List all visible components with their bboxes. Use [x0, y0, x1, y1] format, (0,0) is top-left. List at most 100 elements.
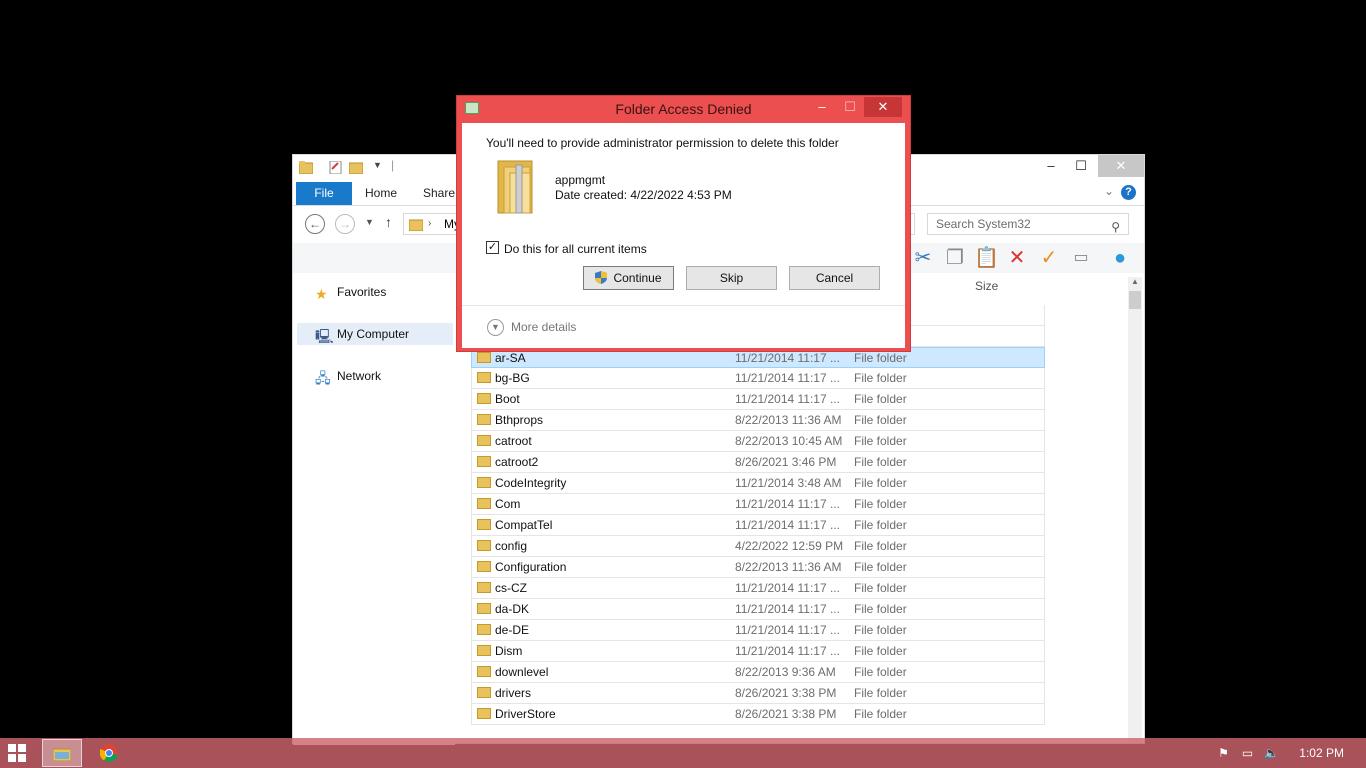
- file-name: Boot: [495, 392, 520, 406]
- continue-label: Continue: [613, 271, 662, 285]
- file-row[interactable]: Bthprops 8/22/2013 11:36 AM File folder: [471, 410, 1045, 431]
- file-name: drivers: [495, 686, 532, 700]
- folder-icon: [477, 414, 491, 425]
- file-row[interactable]: drivers 8/26/2021 3:38 PM File folder: [471, 683, 1045, 704]
- file-row[interactable]: de-DE 11/21/2014 11:17 ... File folder: [471, 620, 1045, 641]
- folder-icon: [477, 372, 491, 383]
- search-placeholder: Search System32: [936, 217, 1031, 231]
- folder-icon: [477, 666, 491, 677]
- file-row[interactable]: da-DK 11/21/2014 11:17 ... File folder: [471, 599, 1045, 620]
- chrome-icon[interactable]: [100, 744, 118, 762]
- file-row[interactable]: bg-BG 11/21/2014 11:17 ... File folder: [471, 368, 1045, 389]
- breadcrumb-chevron-icon[interactable]: ›: [428, 214, 431, 234]
- help-icon[interactable]: ?: [1121, 185, 1136, 200]
- maximize-button[interactable]: ☐: [836, 97, 864, 117]
- network-icon: 🖧: [315, 370, 331, 386]
- folder-icon: [477, 624, 491, 635]
- cut-icon[interactable]: ✂: [911, 246, 935, 270]
- file-type: File folder: [854, 351, 907, 365]
- chevron-down-icon[interactable]: ▼: [487, 319, 504, 336]
- volume-muted-icon[interactable]: 🔈: [1264, 746, 1279, 760]
- vertical-scrollbar[interactable]: ▲: [1128, 277, 1142, 743]
- file-row[interactable]: Configuration 8/22/2013 11:36 AM File fold…: [471, 557, 1045, 578]
- file-row[interactable]: cs-CZ 11/21/2014 11:17 ... File folder: [471, 578, 1045, 599]
- continue-button[interactable]: Continue: [583, 266, 674, 290]
- navigation-pane: ★ Favorites 🖳 My Computer 🖧 Network: [293, 275, 455, 745]
- file-date: 8/26/2021 3:38 PM: [735, 686, 837, 700]
- globe-icon[interactable]: ●: [1108, 246, 1132, 270]
- file-name: CompatTel: [495, 518, 553, 532]
- windows-start-icon[interactable]: [8, 744, 26, 762]
- file-row[interactable]: DriverStore 8/26/2021 3:38 PM File folder: [471, 704, 1045, 725]
- skip-button[interactable]: Skip: [686, 266, 777, 290]
- cancel-button[interactable]: Cancel: [789, 266, 880, 290]
- apply-to-all-label[interactable]: Do this for all current items: [504, 242, 647, 256]
- network-tray-icon[interactable]: ▭: [1240, 746, 1255, 760]
- customize-quick-access-icon[interactable]: ▼: [373, 160, 382, 170]
- file-type: File folder: [854, 581, 907, 595]
- close-button[interactable]: ✕: [864, 97, 902, 117]
- file-row[interactable]: catroot2 8/26/2021 3:46 PM File folder: [471, 452, 1045, 473]
- clock[interactable]: 1:02 PM: [1299, 746, 1344, 760]
- rename-icon[interactable]: ▭: [1069, 246, 1093, 270]
- file-name: Bthprops: [495, 413, 544, 427]
- dialog-body: You'll need to provide administrator per…: [462, 123, 905, 348]
- close-button[interactable]: ✕: [1098, 155, 1144, 177]
- uac-shield-icon: [595, 271, 608, 284]
- expand-ribbon-icon[interactable]: ⌄: [1104, 184, 1114, 198]
- search-icon[interactable]: ⚲: [1111, 217, 1120, 237]
- nav-item-my-computer[interactable]: 🖳 My Computer: [297, 323, 453, 345]
- folder-icon: [477, 561, 491, 572]
- file-name: downlevel: [495, 665, 549, 679]
- checkmark-icon[interactable]: ✓: [1037, 246, 1061, 270]
- scroll-thumb[interactable]: [1129, 291, 1141, 309]
- minimize-button[interactable]: –: [808, 97, 836, 117]
- maximize-button[interactable]: ☐: [1064, 155, 1098, 177]
- forward-button[interactable]: →: [335, 214, 355, 234]
- folder-icon: [477, 498, 491, 509]
- nav-item-network[interactable]: 🖧 Network: [297, 365, 453, 387]
- delete-icon[interactable]: ✕: [1005, 246, 1029, 270]
- file-name: da-DK: [495, 602, 530, 616]
- scroll-up-icon[interactable]: ▲: [1128, 277, 1142, 291]
- tab-home[interactable]: Home: [359, 182, 403, 205]
- file-row[interactable]: Dism 11/21/2014 11:17 ... File folder: [471, 641, 1045, 662]
- properties-icon[interactable]: [329, 161, 343, 174]
- folder-icon: [477, 435, 491, 446]
- folder-icon: [477, 519, 491, 530]
- folder-icon: [477, 687, 491, 698]
- file-row[interactable]: Boot 11/21/2014 11:17 ... File folder: [471, 389, 1045, 410]
- minimize-button[interactable]: –: [1034, 155, 1068, 177]
- recent-locations-icon[interactable]: ▼: [365, 217, 374, 227]
- tab-share[interactable]: Share: [419, 182, 459, 205]
- action-center-flag-icon[interactable]: ⚑: [1216, 746, 1231, 760]
- copy-icon[interactable]: ❐: [943, 246, 967, 270]
- new-folder-icon[interactable]: [349, 161, 363, 174]
- more-details-link[interactable]: More details: [511, 320, 576, 334]
- taskbar: ⚑ ▭ 🔈 1:02 PM: [0, 738, 1366, 768]
- file-row[interactable]: catroot 8/22/2013 10:45 AM File folder: [471, 431, 1045, 452]
- nav-item-favorites[interactable]: ★ Favorites: [297, 281, 453, 303]
- file-row[interactable]: downlevel 8/22/2013 9:36 AM File folder: [471, 662, 1045, 683]
- apply-to-all-checkbox[interactable]: ✓: [486, 241, 499, 254]
- file-row[interactable]: Com 11/21/2014 11:17 ... File folder: [471, 494, 1045, 515]
- file-date: 11/21/2014 3:48 AM: [735, 476, 842, 490]
- column-header-size[interactable]: Size: [975, 279, 998, 293]
- search-input[interactable]: Search System32 ⚲: [927, 213, 1129, 235]
- file-type: File folder: [854, 392, 907, 406]
- tab-file[interactable]: File: [296, 182, 352, 205]
- file-type: File folder: [854, 413, 907, 427]
- file-name: DriverStore: [495, 707, 556, 721]
- file-date: 8/22/2013 11:36 AM: [735, 560, 842, 574]
- dialog-message: You'll need to provide administrator per…: [486, 136, 839, 150]
- up-button[interactable]: ↑: [385, 214, 392, 230]
- back-button[interactable]: ←: [305, 214, 325, 234]
- file-row[interactable]: CodeIntegrity 11/21/2014 3:48 AM File fold…: [471, 473, 1045, 494]
- file-row[interactable]: CompatTel 11/21/2014 11:17 ... File folder: [471, 515, 1045, 536]
- taskbar-file-explorer[interactable]: [42, 739, 82, 767]
- file-date: 8/26/2021 3:46 PM: [735, 455, 837, 469]
- file-row[interactable]: config 4/22/2022 12:59 PM File folder: [471, 536, 1045, 557]
- folder-icon: [477, 393, 491, 404]
- paste-icon[interactable]: 📋: [974, 246, 999, 270]
- folder-name: appmgmt: [555, 173, 606, 187]
